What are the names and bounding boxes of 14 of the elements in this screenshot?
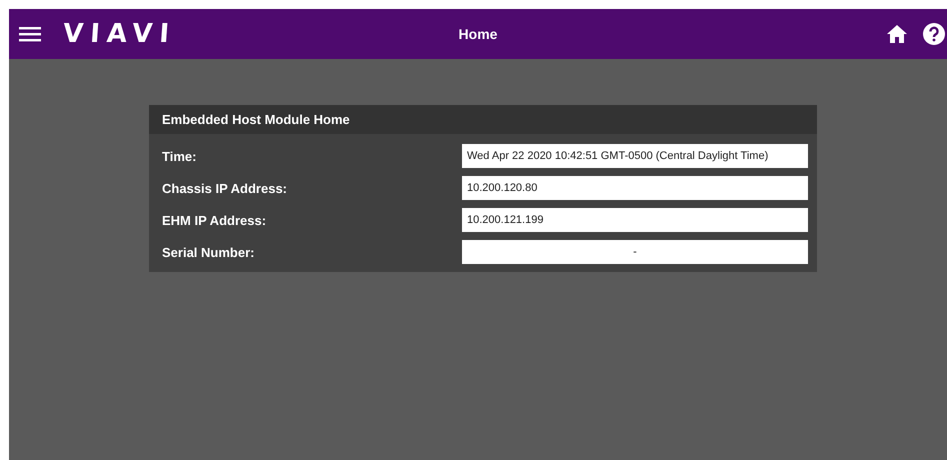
logo: VIAVI [62, 19, 177, 49]
menu-icon[interactable] [19, 26, 41, 42]
panel-title: Embedded Host Module Home [149, 105, 817, 134]
field-label: Serial Number: [162, 244, 256, 260]
field-label: Time: [162, 148, 198, 164]
value-field[interactable]: 10.200.120.80 [462, 176, 808, 200]
help-icon[interactable] [923, 23, 945, 45]
field-label: Chassis IP Address: [162, 180, 288, 196]
value-field[interactable]: 10.200.121.199 [462, 208, 808, 232]
value-field[interactable]: Wed Apr 22 2020 10:42:51 GMT-0500 (Central Daylight Time) [462, 144, 808, 168]
field-label: EHM IP Address: [162, 212, 268, 228]
home-icon[interactable] [887, 25, 907, 43]
value-field[interactable]: - [462, 240, 808, 264]
page-title: Home [458, 26, 498, 42]
